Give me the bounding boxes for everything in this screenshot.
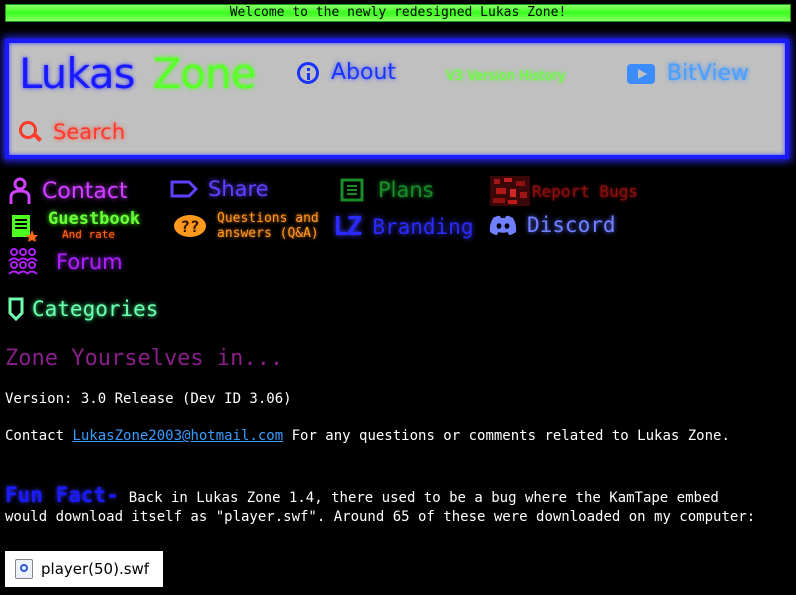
logo-lukas: Lukas: [19, 49, 135, 98]
link-branding-label: Branding: [372, 215, 474, 239]
section-heading: Zone Yourselves in...: [5, 346, 284, 371]
welcome-banner: Welcome to the newly redesigned Lukas Zo…: [5, 4, 791, 22]
link-branding[interactable]: LZ Branding: [333, 212, 473, 242]
file-player-swf[interactable]: player(50).swf: [5, 551, 163, 587]
badge-icon: [8, 297, 24, 321]
version-text: Version: 3.0 Release (Dev ID 3.06): [5, 391, 292, 407]
site-logo[interactable]: Lukas Zone: [19, 49, 256, 98]
question-icon: ??: [174, 215, 206, 237]
contact-suffix: For any questions or comments related to…: [283, 428, 730, 444]
link-report-bugs-label: Report Bugs: [532, 181, 638, 201]
contact-prefix: Contact: [5, 428, 73, 444]
link-qa-line1: Questions and: [217, 211, 319, 226]
guestbook-icon: [12, 215, 38, 242]
file-name: player(50).swf: [41, 560, 150, 578]
tag-icon: [170, 180, 198, 198]
fun-fact: Fun Fact- Back in Lukas Zone 1.4, there u…: [5, 483, 765, 527]
svg-text:??: ??: [180, 217, 199, 236]
link-plans-label: Plans: [378, 178, 434, 202]
play-icon: [627, 63, 655, 84]
nav-bitview-label: BitView: [667, 61, 750, 86]
group-icon: [8, 248, 38, 275]
nav-about-label: About: [331, 60, 397, 85]
link-categories-label: Categories: [32, 297, 159, 321]
link-forum[interactable]: Forum: [8, 248, 123, 276]
link-discord[interactable]: Discord: [489, 213, 616, 237]
link-guestbook[interactable]: Guestbook And rate: [10, 211, 140, 243]
swf-file-icon: [15, 559, 33, 579]
nav-version-history[interactable]: V3 Version History: [446, 69, 565, 84]
link-share[interactable]: Share: [170, 177, 269, 201]
contact-text: Contact LukasZone2003@hotmail.com For an…: [5, 428, 730, 444]
link-guestbook-label: Guestbook: [48, 209, 141, 229]
fun-fact-title: Fun Fact-: [5, 483, 119, 507]
nav-bitview[interactable]: BitView: [627, 61, 749, 86]
link-plans[interactable]: Plans: [340, 178, 434, 202]
list-icon: [340, 178, 364, 202]
logo-zone: Zone: [152, 49, 256, 98]
lz-icon: LZ: [333, 212, 362, 242]
nav-about[interactable]: About: [297, 60, 396, 85]
bug-icon: [490, 176, 530, 206]
link-contact-label: Contact: [42, 178, 128, 204]
nav-search[interactable]: Search: [17, 119, 125, 145]
person-icon: [9, 177, 31, 204]
nav-version-history-label: V3 Version History: [446, 69, 566, 84]
link-qa[interactable]: ?? Questions and answers (Q&A): [173, 211, 319, 241]
nav-search-label: Search: [53, 120, 126, 144]
link-guestbook-sublabel: And rate: [62, 228, 115, 241]
link-qa-line2: answers (Q&A): [217, 226, 319, 241]
discord-icon: [489, 215, 517, 235]
link-share-label: Share: [208, 177, 269, 201]
link-discord-label: Discord: [527, 213, 616, 237]
contact-email-link[interactable]: LukasZone2003@hotmail.com: [72, 428, 283, 444]
link-contact[interactable]: Contact: [8, 177, 128, 205]
search-icon: [17, 119, 43, 145]
link-categories[interactable]: Categories: [8, 297, 158, 321]
header-nav: Lukas Zone About V3 Version History BitVi…: [5, 39, 789, 159]
link-forum-label: Forum: [56, 250, 123, 274]
info-icon: [297, 61, 319, 84]
link-report-bugs[interactable]: Report Bugs: [490, 176, 638, 206]
